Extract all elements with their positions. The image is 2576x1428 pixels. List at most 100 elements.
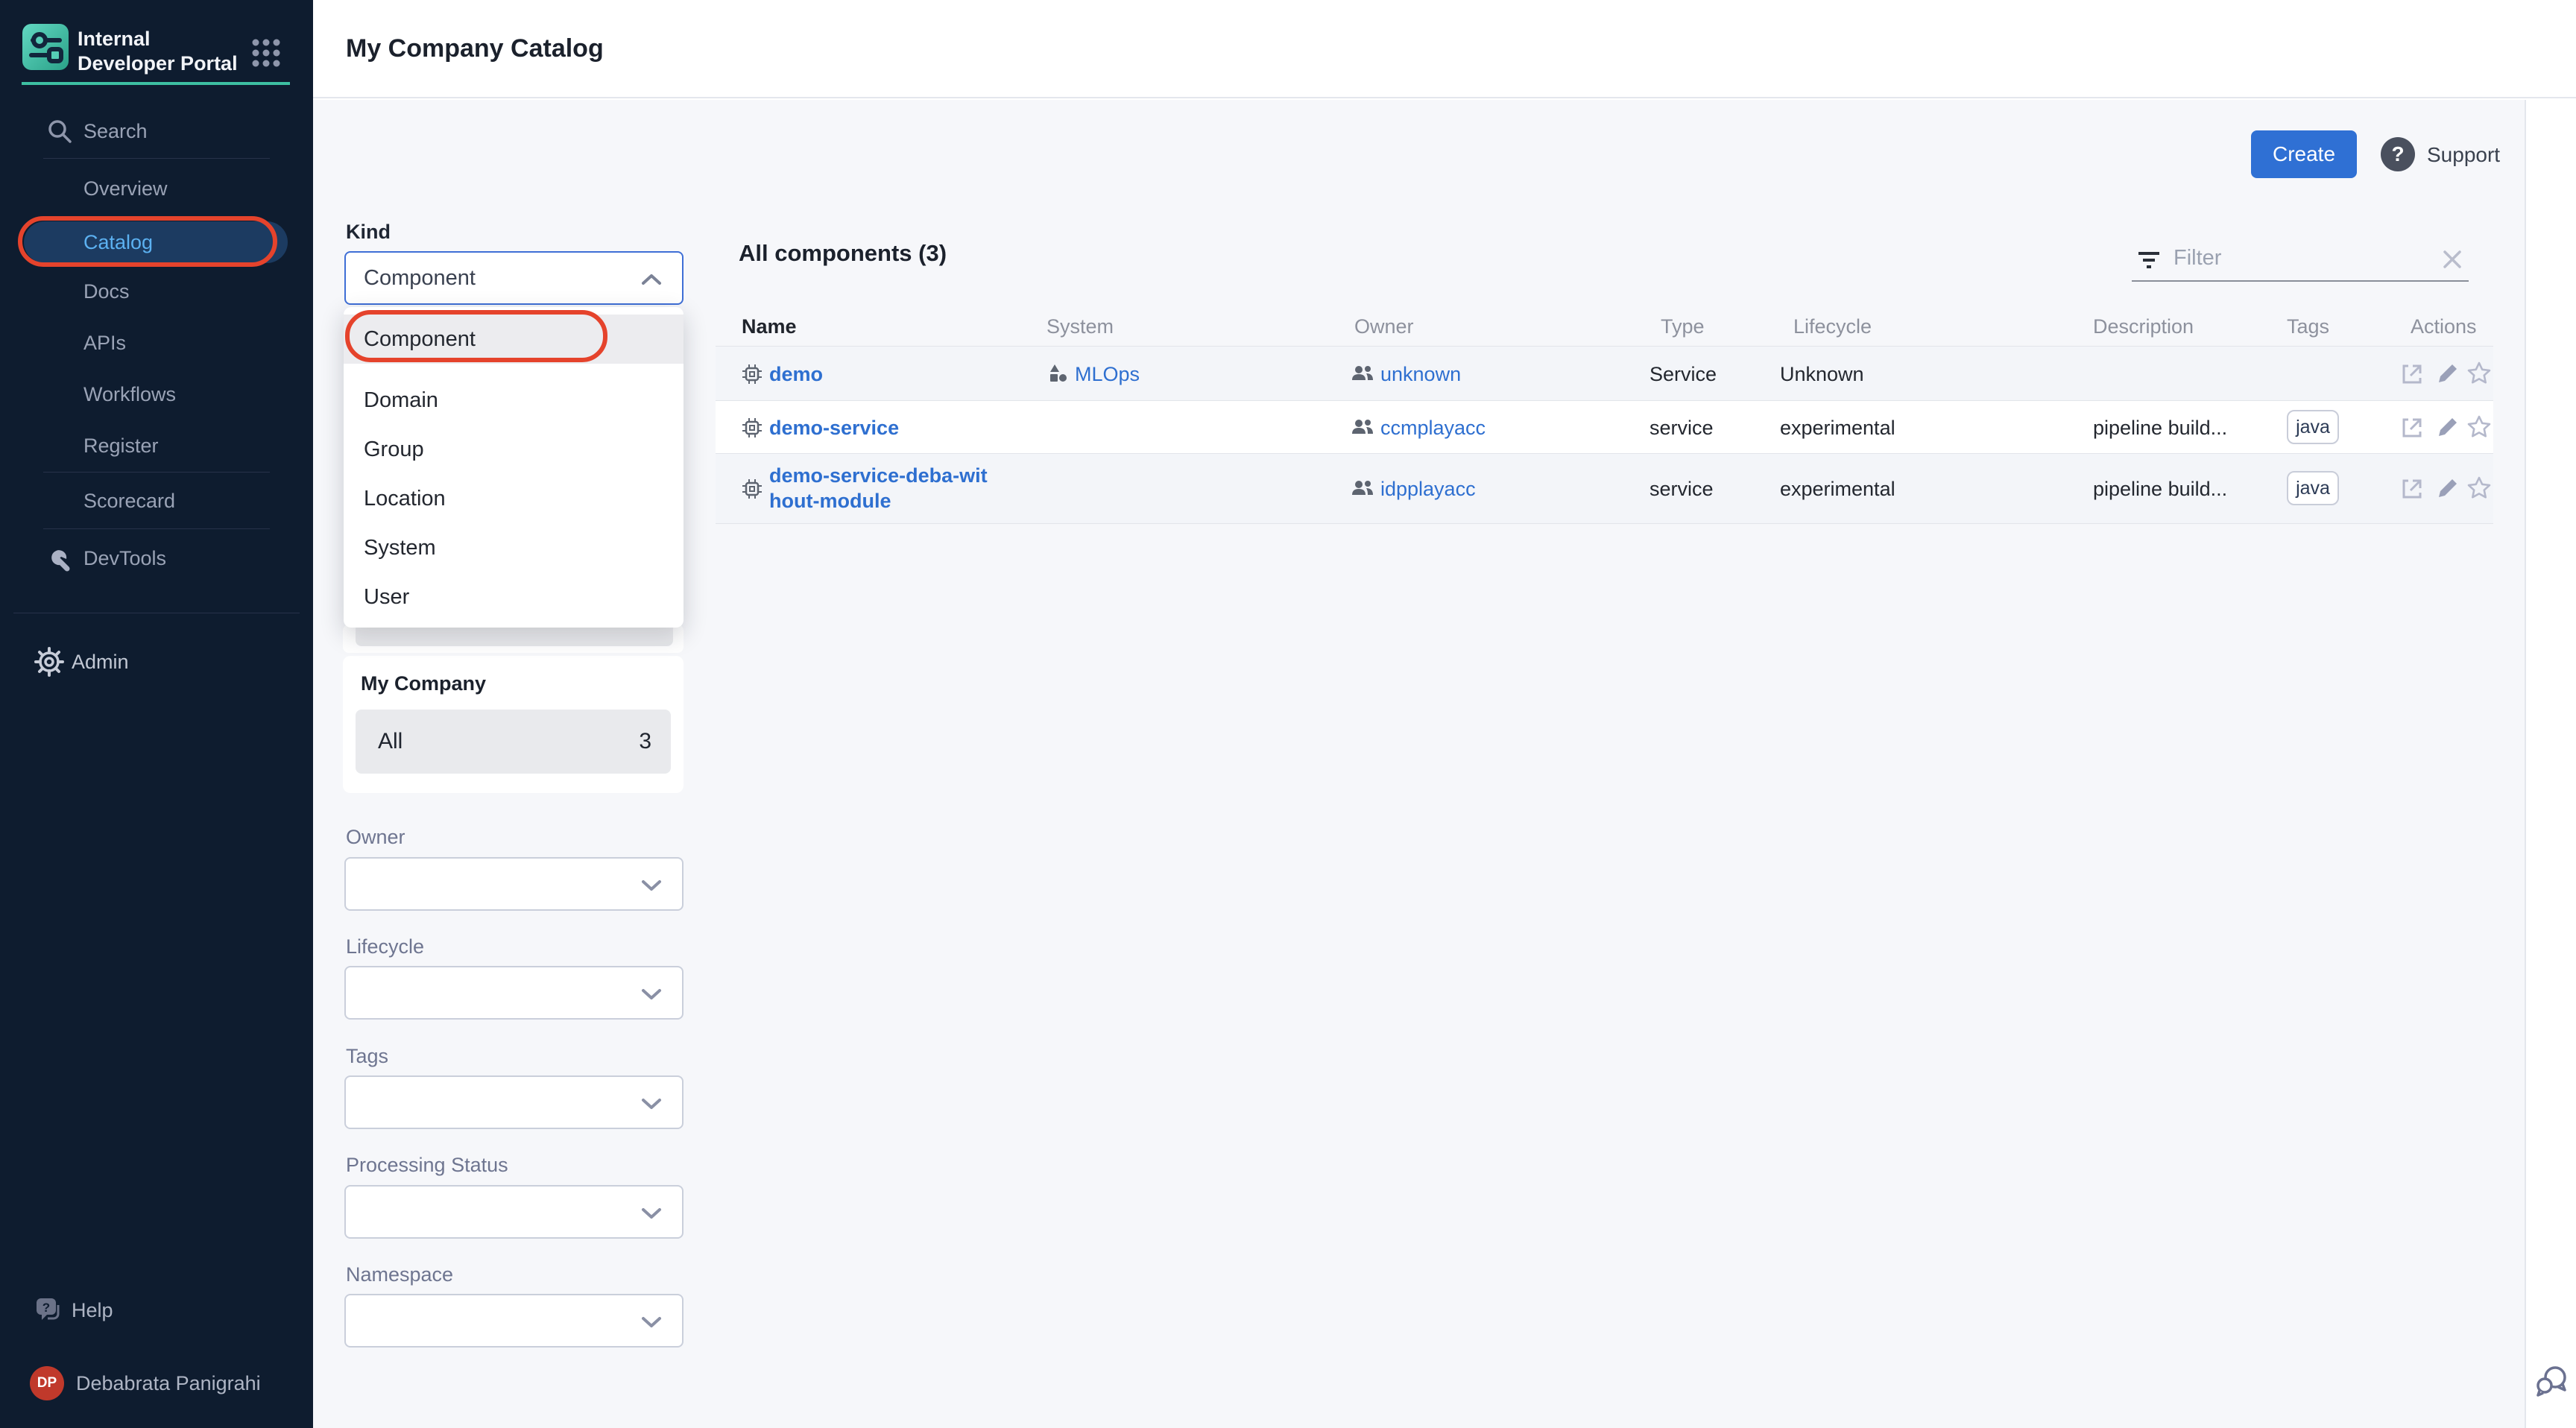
wrench-icon (45, 543, 75, 573)
sidebar-item-label: Workflows (83, 383, 176, 406)
col-tags[interactable]: Tags (2287, 315, 2329, 338)
my-company-all-row[interactable]: All 3 (356, 710, 671, 774)
sidebar-item-label: APIs (83, 332, 126, 355)
sidebar-item-apis[interactable]: APIs (0, 322, 313, 364)
table-filter-input[interactable] (2174, 241, 2419, 274)
table-row[interactable]: demo-service ccmplayacc service experime… (716, 401, 2493, 453)
table-header-row: Name System Owner Type Lifecycle Descrip… (716, 309, 2493, 345)
component-link[interactable]: demo (769, 363, 823, 386)
search-icon (46, 118, 73, 145)
kind-filter-label: Kind (346, 221, 391, 244)
edit-pencil-icon[interactable] (2434, 361, 2460, 387)
sidebar-item-catalog[interactable]: Catalog (0, 221, 313, 263)
component-link[interactable]: demo-service (769, 417, 899, 440)
sidebar-item-docs[interactable]: Docs (0, 271, 313, 312)
question-circle-icon[interactable]: ? (2381, 137, 2415, 171)
support-link[interactable]: Support (2427, 143, 2500, 167)
star-icon[interactable] (2466, 360, 2493, 387)
kind-option-location[interactable]: Location (344, 474, 684, 523)
kind-option-user[interactable]: User (344, 572, 684, 622)
star-icon[interactable] (2466, 475, 2493, 502)
sidebar-item-scorecard[interactable]: Scorecard (0, 480, 313, 522)
group-people-icon (1351, 418, 1374, 436)
namespace-filter-label: Namespace (346, 1263, 453, 1286)
all-row-label: All (378, 729, 402, 754)
portal-title: Internal Developer Portal (78, 27, 242, 76)
col-actions[interactable]: Actions (2411, 315, 2477, 338)
table-row[interactable]: demo-service-deba-wit hout-module idppla… (716, 454, 2493, 523)
option-label: Location (364, 487, 446, 511)
sidebar-item-label: Scorecard (83, 490, 175, 513)
chip-icon (742, 479, 762, 499)
clear-x-icon[interactable] (2440, 247, 2464, 271)
option-label: Component (364, 327, 476, 352)
sidebar-item-overview[interactable]: Overview (0, 168, 313, 209)
star-icon[interactable] (2466, 414, 2493, 440)
owner-link[interactable]: ccmplayacc (1380, 417, 1486, 440)
tag-chip: java (2287, 471, 2339, 505)
table-divider (716, 523, 2493, 524)
component-link[interactable]: demo-service-deba-wit hout-module (769, 464, 993, 514)
tags-filter-label: Tags (346, 1045, 388, 1068)
type-cell: service (1650, 417, 1714, 440)
system-category-icon (1048, 363, 1069, 384)
col-lifecycle[interactable]: Lifecycle (1793, 315, 1872, 338)
sidebar-item-devtools[interactable]: DevTools (0, 537, 313, 579)
chip-icon (742, 418, 762, 437)
lifecycle-select[interactable] (344, 966, 684, 1020)
kind-option-domain[interactable]: Domain (344, 376, 684, 425)
option-label: User (364, 585, 409, 610)
sidebar-item-search[interactable]: Search (0, 110, 313, 152)
table-row[interactable]: demo MLOps unknown Service Unknown (716, 347, 2493, 400)
create-button[interactable]: Create (2251, 130, 2357, 178)
col-type[interactable]: Type (1661, 315, 1705, 338)
owner-filter-label: Owner (346, 826, 405, 849)
sidebar-item-admin[interactable]: Admin (0, 641, 313, 683)
open-in-new-icon[interactable] (2399, 361, 2425, 387)
sidebar-item-label: Search (83, 120, 148, 143)
sidebar-item-label: Help (72, 1299, 113, 1322)
edit-pencil-icon[interactable] (2434, 476, 2460, 502)
sidebar-item-workflows[interactable]: Workflows (0, 373, 313, 415)
owner-link[interactable]: unknown (1380, 363, 1461, 386)
owner-select[interactable] (344, 857, 684, 911)
processing-status-select[interactable] (344, 1185, 684, 1239)
type-card-row-fragment (356, 625, 673, 646)
sidebar-item-register[interactable]: Register (0, 425, 313, 467)
kind-select[interactable]: Component (344, 251, 684, 305)
chat-bubbles-icon[interactable] (2532, 1361, 2571, 1400)
col-system[interactable]: System (1046, 315, 1114, 338)
open-in-new-icon[interactable] (2399, 415, 2425, 440)
tag-chip: java (2287, 410, 2339, 444)
grid-apps-icon[interactable] (250, 37, 282, 69)
processing-status-filter-label: Processing Status (346, 1154, 508, 1177)
all-row-count: 3 (639, 729, 651, 754)
col-owner[interactable]: Owner (1354, 315, 1414, 338)
page-header: My Company Catalog (313, 0, 2576, 98)
description-cell: pipeline build... (2093, 478, 2227, 501)
edit-pencil-icon[interactable] (2434, 415, 2460, 440)
sidebar-item-help[interactable]: ? Help (0, 1289, 313, 1331)
system-link[interactable]: MLOps (1075, 363, 1140, 386)
user-menu[interactable]: Debabrata Panigrahi (0, 1362, 313, 1404)
kind-option-group[interactable]: Group (344, 425, 684, 474)
sidebar-accent-divider (22, 82, 290, 85)
sidebar-item-label: Overview (83, 177, 168, 200)
my-company-label: My Company (361, 672, 486, 695)
open-in-new-icon[interactable] (2399, 476, 2425, 502)
col-name[interactable]: Name (742, 315, 797, 338)
chevron-down-icon (640, 1206, 663, 1221)
tags-select[interactable] (344, 1075, 684, 1129)
type-card-fragment (343, 625, 684, 653)
lifecycle-cell: experimental (1780, 478, 1895, 501)
owner-link[interactable]: idpplayacc (1380, 478, 1476, 501)
app-root: Internal Developer Portal Search Overvie… (0, 0, 2576, 1428)
col-description[interactable]: Description (2093, 315, 2194, 338)
namespace-select[interactable] (344, 1294, 684, 1348)
option-label: Domain (364, 388, 438, 413)
page-title: My Company Catalog (346, 34, 604, 63)
sidebar-divider (43, 472, 270, 473)
kind-option-system[interactable]: System (344, 523, 684, 572)
group-people-icon (1351, 364, 1374, 382)
kind-option-component[interactable]: Component (344, 315, 684, 364)
